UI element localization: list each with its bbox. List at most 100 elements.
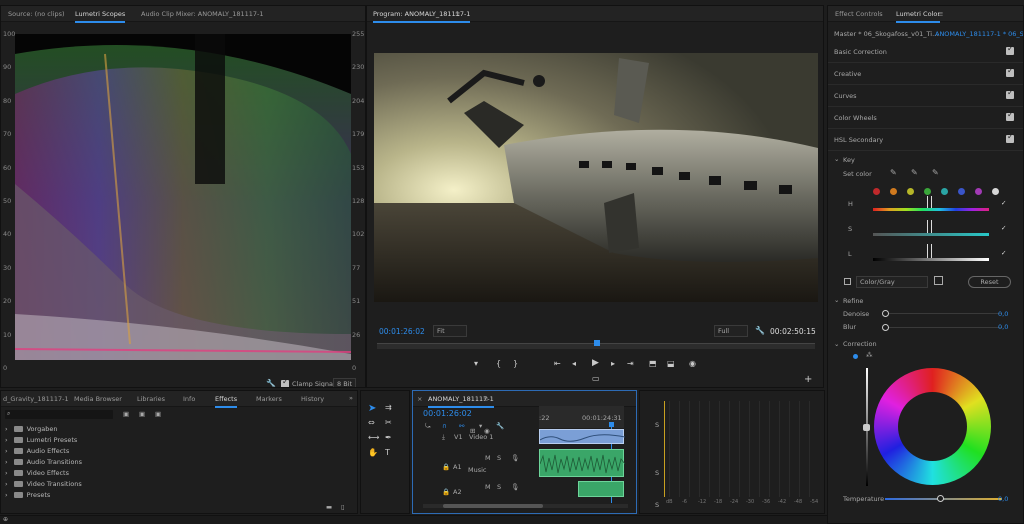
swatch-red[interactable] — [873, 188, 880, 195]
section-curves[interactable]: Curves — [828, 85, 1023, 107]
insert-icon[interactable]: ⬒ — [649, 359, 657, 368]
tab-media-browser[interactable]: Media Browser — [74, 395, 122, 403]
tab-lumetri-color[interactable]: Lumetri Color — [896, 10, 941, 23]
razor-tool-icon[interactable]: ✂ — [385, 418, 392, 427]
reset-button[interactable]: Reset — [968, 276, 1011, 288]
nest-icon[interactable]: ⤿ — [425, 422, 430, 431]
tab-audio-clip-mixer[interactable]: Audio Clip Mixer: ANOMALY_181117-1 — [141, 10, 264, 18]
playhead-marker[interactable] — [594, 340, 600, 346]
swatch-yellow[interactable] — [907, 188, 914, 195]
track-lock-icon[interactable]: 🔒 — [442, 488, 450, 496]
camera-icon[interactable]: ◉ — [689, 359, 696, 368]
swatch-blue[interactable] — [958, 188, 965, 195]
master-clip-label[interactable]: Master * 06_Skogafoss_v01_Ti... — [834, 30, 938, 38]
tab-source[interactable]: Source: (no clips) — [8, 10, 65, 18]
safe-margins-icon[interactable]: ▭ — [592, 374, 600, 383]
three-wheel-mode-icon[interactable]: ⁂ — [866, 351, 873, 359]
step-forward-icon[interactable]: ▸ — [611, 359, 615, 368]
section-color-wheels[interactable]: Color Wheels — [828, 107, 1023, 129]
track-lock-icon[interactable]: ⤓ — [442, 433, 445, 442]
audio-clip-a2[interactable] — [578, 481, 624, 497]
tree-item-audio-effects[interactable]: › Audio Effects — [5, 447, 69, 457]
tree-item-lumetri-presets[interactable]: › Lumetri Presets — [5, 436, 77, 446]
go-to-out-icon[interactable]: ⇥ — [627, 359, 634, 368]
audio-clip-a1[interactable] — [539, 449, 626, 477]
snap-icon[interactable]: ∩ — [442, 422, 447, 430]
tab-markers[interactable]: Markers — [256, 395, 282, 403]
blur-value[interactable]: 0,0 — [998, 323, 1008, 331]
section-basic-correction[interactable]: Basic Correction — [828, 41, 1023, 63]
effects-search-input[interactable]: ⌕ — [5, 410, 113, 419]
section-checkbox[interactable] — [1006, 44, 1014, 55]
solo-button[interactable]: S — [497, 483, 501, 491]
mute-button[interactable]: M — [485, 454, 491, 462]
eyedropper-add-icon[interactable]: ✎ — [911, 168, 918, 177]
go-to-in-icon[interactable]: ⇤ — [554, 359, 561, 368]
section-checkbox[interactable] — [1006, 110, 1014, 121]
single-wheel-mode-icon[interactable] — [853, 354, 858, 359]
add-button-icon[interactable]: + — [804, 374, 812, 385]
accelerated-effects-icon[interactable]: ▣ — [123, 410, 129, 418]
status-icon[interactable]: ⊕ — [3, 516, 8, 523]
swatch-white[interactable] — [992, 188, 999, 195]
sequence-clip-label[interactable]: ANOMALY_181117-1 * 06_Sko... — [935, 30, 1023, 38]
tab-libraries[interactable]: Libraries — [137, 395, 165, 403]
yuv-effects-icon[interactable]: ▣ — [155, 410, 161, 418]
selection-tool-icon[interactable]: ➤ — [368, 403, 376, 414]
scrollbar-thumb[interactable] — [443, 504, 543, 508]
chevron-down-icon[interactable]: ⌄ — [834, 296, 839, 304]
video-clip[interactable] — [539, 429, 626, 444]
temperature-slider-knob[interactable] — [937, 495, 944, 502]
color-gray-checkbox[interactable] — [844, 278, 851, 285]
s-enable-check-icon[interactable]: ✓ — [1001, 224, 1006, 232]
track-select-tool-icon[interactable]: ⇉ — [385, 403, 392, 412]
slip-tool-icon[interactable]: ⟷ — [368, 433, 379, 442]
section-checkbox[interactable] — [1006, 132, 1014, 143]
type-tool-icon[interactable]: T — [385, 448, 390, 457]
program-scrub-bar[interactable] — [377, 340, 815, 349]
timeline-timecode[interactable]: 00:01:26:02 — [423, 409, 472, 418]
timeline-horizontal-scrollbar[interactable] — [423, 504, 628, 508]
section-checkbox[interactable] — [1006, 88, 1014, 99]
temperature-value[interactable]: 0,0 — [998, 495, 1008, 503]
32bit-effects-icon[interactable]: ▣ — [139, 410, 145, 418]
l-enable-check-icon[interactable]: ✓ — [1001, 249, 1006, 257]
correction-slider-knob[interactable] — [863, 424, 870, 431]
swatch-orange[interactable] — [890, 188, 897, 195]
chevron-down-icon[interactable]: ⌄ — [834, 340, 839, 348]
time-ruler[interactable]: :22 00:01:24:31 — [539, 406, 624, 428]
clamp-signal-checkbox[interactable] — [281, 377, 289, 387]
lightness-handle[interactable] — [927, 244, 932, 258]
section-hsl-secondary[interactable]: HSL Secondary — [828, 129, 1023, 151]
section-creative[interactable]: Creative — [828, 63, 1023, 85]
delete-icon[interactable]: ▯ — [341, 503, 345, 511]
play-icon[interactable]: ▶ — [592, 358, 599, 368]
section-checkbox[interactable] — [1006, 66, 1014, 77]
tab-effects[interactable]: Effects — [215, 395, 238, 408]
program-timecode-current[interactable]: 00:01:26:02 — [379, 327, 425, 336]
tree-item-video-transitions[interactable]: › Video Transitions — [5, 480, 82, 490]
invert-mask-icon[interactable] — [934, 276, 943, 285]
denoise-value[interactable]: 0,0 — [998, 310, 1008, 318]
tab-project[interactable]: d_Gravity_181117-1 — [3, 395, 69, 403]
add-marker-icon[interactable]: ▾ — [479, 422, 482, 430]
tab-lumetri-scopes[interactable]: Lumetri Scopes — [75, 10, 126, 23]
tree-item-audio-transitions[interactable]: › Audio Transitions — [5, 458, 82, 468]
mic-icon[interactable]: 🎙 — [511, 483, 519, 491]
swatch-cyan[interactable] — [941, 188, 948, 195]
hand-tool-icon[interactable]: ✋ — [368, 448, 378, 457]
denoise-slider-track[interactable] — [885, 313, 1002, 314]
fit-select[interactable]: Fit — [433, 325, 467, 337]
tab-info[interactable]: Info — [183, 395, 195, 403]
correction-color-wheel[interactable] — [874, 368, 991, 485]
color-gray-select[interactable]: Color/Gray — [856, 276, 928, 288]
eyedropper-remove-icon[interactable]: ✎ — [932, 168, 939, 177]
panel-menu-icon[interactable]: ≡ — [455, 10, 460, 18]
tab-history[interactable]: History — [301, 395, 324, 403]
bit-depth-select[interactable]: 8 Bit — [333, 378, 357, 387]
eyedropper-icon[interactable]: ✎ — [890, 168, 897, 177]
panel-menu-icon[interactable]: ≡ — [938, 10, 943, 18]
lightness-range-slider[interactable] — [873, 258, 989, 261]
step-back-icon[interactable]: ◂ — [572, 359, 576, 368]
quality-select[interactable]: Full — [714, 325, 748, 337]
